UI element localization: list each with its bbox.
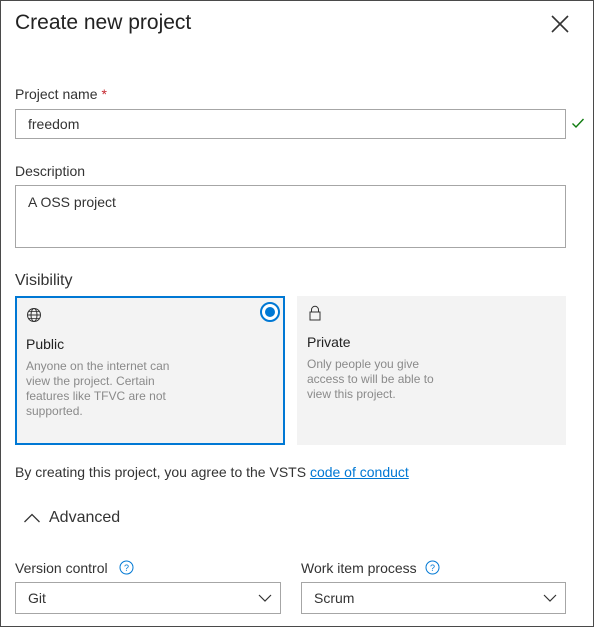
version-control-select[interactable]: Git	[15, 582, 281, 614]
advanced-toggle[interactable]: Advanced	[23, 508, 120, 528]
version-control-value: Git	[28, 590, 46, 606]
description-textarea[interactable]: A OSS project	[15, 185, 566, 248]
private-description: Only people you give access to will be a…	[307, 357, 434, 401]
chevron-up-icon	[24, 513, 40, 523]
close-icon[interactable]	[547, 11, 573, 37]
private-title: Private	[307, 334, 351, 350]
dialog-title: Create new project	[15, 11, 192, 34]
help-icon[interactable]: ?	[119, 560, 134, 575]
work-item-process-select[interactable]: Scrum	[301, 582, 566, 614]
chevron-down-icon	[258, 594, 272, 602]
public-description: Anyone on the internet can view the proj…	[26, 359, 170, 418]
visibility-label: Visibility	[15, 272, 73, 289]
terms-text: By creating this project, you agree to t…	[15, 464, 409, 480]
advanced-label: Advanced	[49, 509, 121, 526]
project-name-label: Project name *	[15, 86, 107, 102]
required-marker: *	[101, 86, 107, 102]
public-radio[interactable]	[260, 302, 280, 322]
public-title: Public	[26, 336, 65, 352]
code-of-conduct-link[interactable]: code of conduct	[310, 464, 409, 480]
checkmark-icon	[572, 118, 585, 129]
help-icon[interactable]: ?	[425, 560, 440, 575]
work-item-process-label: Work item process	[301, 560, 417, 576]
description-label: Description	[15, 163, 86, 179]
version-control-label: Version control	[15, 560, 108, 576]
work-item-process-value: Scrum	[314, 590, 355, 606]
create-project-dialog: Create new project Project name* Descrip…	[0, 0, 594, 627]
lock-icon	[309, 305, 321, 321]
svg-text:?: ?	[430, 563, 435, 573]
visibility-option-private[interactable]: Private Only people you give access to w…	[297, 296, 566, 445]
visibility-option-public[interactable]: Public Anyone on the internet can view t…	[15, 296, 285, 445]
globe-icon	[27, 308, 41, 322]
chevron-down-icon	[543, 594, 557, 602]
svg-text:?: ?	[124, 563, 129, 573]
project-name-label-text: Project name	[15, 86, 98, 102]
project-name-input[interactable]	[15, 109, 566, 139]
terms-prefix: By creating this project, you agree to t…	[15, 464, 310, 480]
